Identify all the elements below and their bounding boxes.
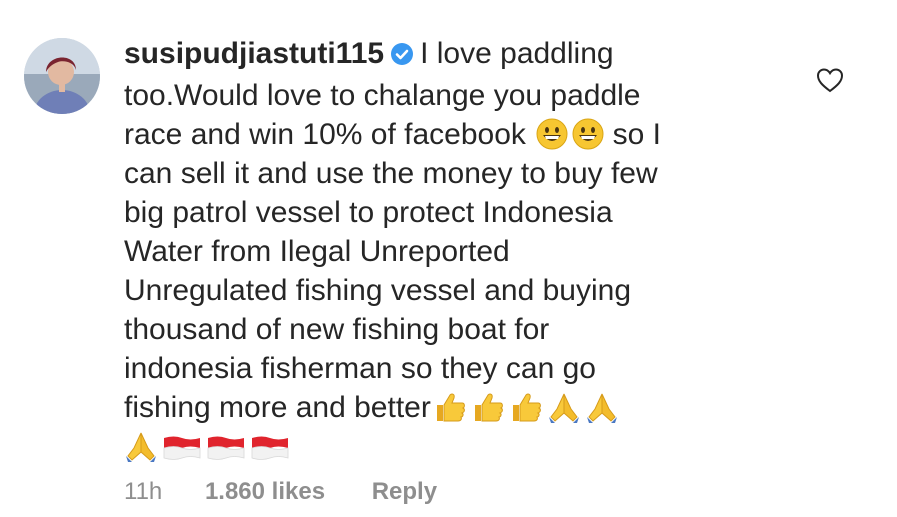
comment-line-7: Unregulated fishing vessel and buying <box>124 274 631 307</box>
likes-count-link[interactable]: 1.860 likes <box>205 478 325 506</box>
grinning-face-icon <box>536 118 568 150</box>
comment-line-8: thousand of new fishing boat for <box>124 313 550 346</box>
verified-badge-icon <box>390 37 414 76</box>
comment-text: race and win 10% of facebook <box>124 118 526 151</box>
username[interactable]: susipudjiastuti115 <box>124 37 384 70</box>
grinning-face-icon <box>572 118 604 150</box>
comment-line-2: too.Would love to chalange you paddle <box>124 79 641 112</box>
avatar[interactable] <box>24 38 100 114</box>
thumbs-up-icon <box>433 391 467 423</box>
comment-line-9: indonesia fisherman so they can go <box>124 352 596 385</box>
avatar-photo <box>24 38 100 114</box>
indonesia-flag-icon <box>162 434 202 462</box>
folded-hands-icon <box>124 430 158 462</box>
thumbs-up-icon <box>471 391 505 423</box>
comment-line-6: Water from Ilegal Unreported <box>124 235 510 268</box>
comment-text: fishing more and better <box>124 391 431 424</box>
comment-time: 11h <box>124 478 163 505</box>
comment-line-11 <box>124 427 764 466</box>
comment: susipudjiastuti115 I love paddling too.Wo… <box>0 0 897 517</box>
comment-line-3: race and win 10% of facebook so I <box>124 115 764 154</box>
comment-line-10: fishing more and better <box>124 388 764 427</box>
comment-meta: 11h 1.860 likes Reply <box>124 478 437 506</box>
comment-text: I love paddling <box>420 37 614 70</box>
comment-body: susipudjiastuti115 I love paddling too.Wo… <box>124 34 764 466</box>
comment-line-5: big patrol vessel to protect Indonesia <box>124 196 613 229</box>
indonesia-flag-icon <box>206 434 246 462</box>
folded-hands-icon <box>547 391 581 423</box>
comment-line-4: can sell it and use the money to buy few <box>124 157 658 190</box>
folded-hands-icon <box>585 391 619 423</box>
like-heart-icon[interactable] <box>815 66 845 94</box>
comment-text: so I <box>612 118 661 151</box>
thumbs-up-icon <box>509 391 543 423</box>
reply-button[interactable]: Reply <box>372 478 437 506</box>
comment-line-1: susipudjiastuti115 I love paddling <box>124 34 764 76</box>
indonesia-flag-icon <box>250 434 290 462</box>
